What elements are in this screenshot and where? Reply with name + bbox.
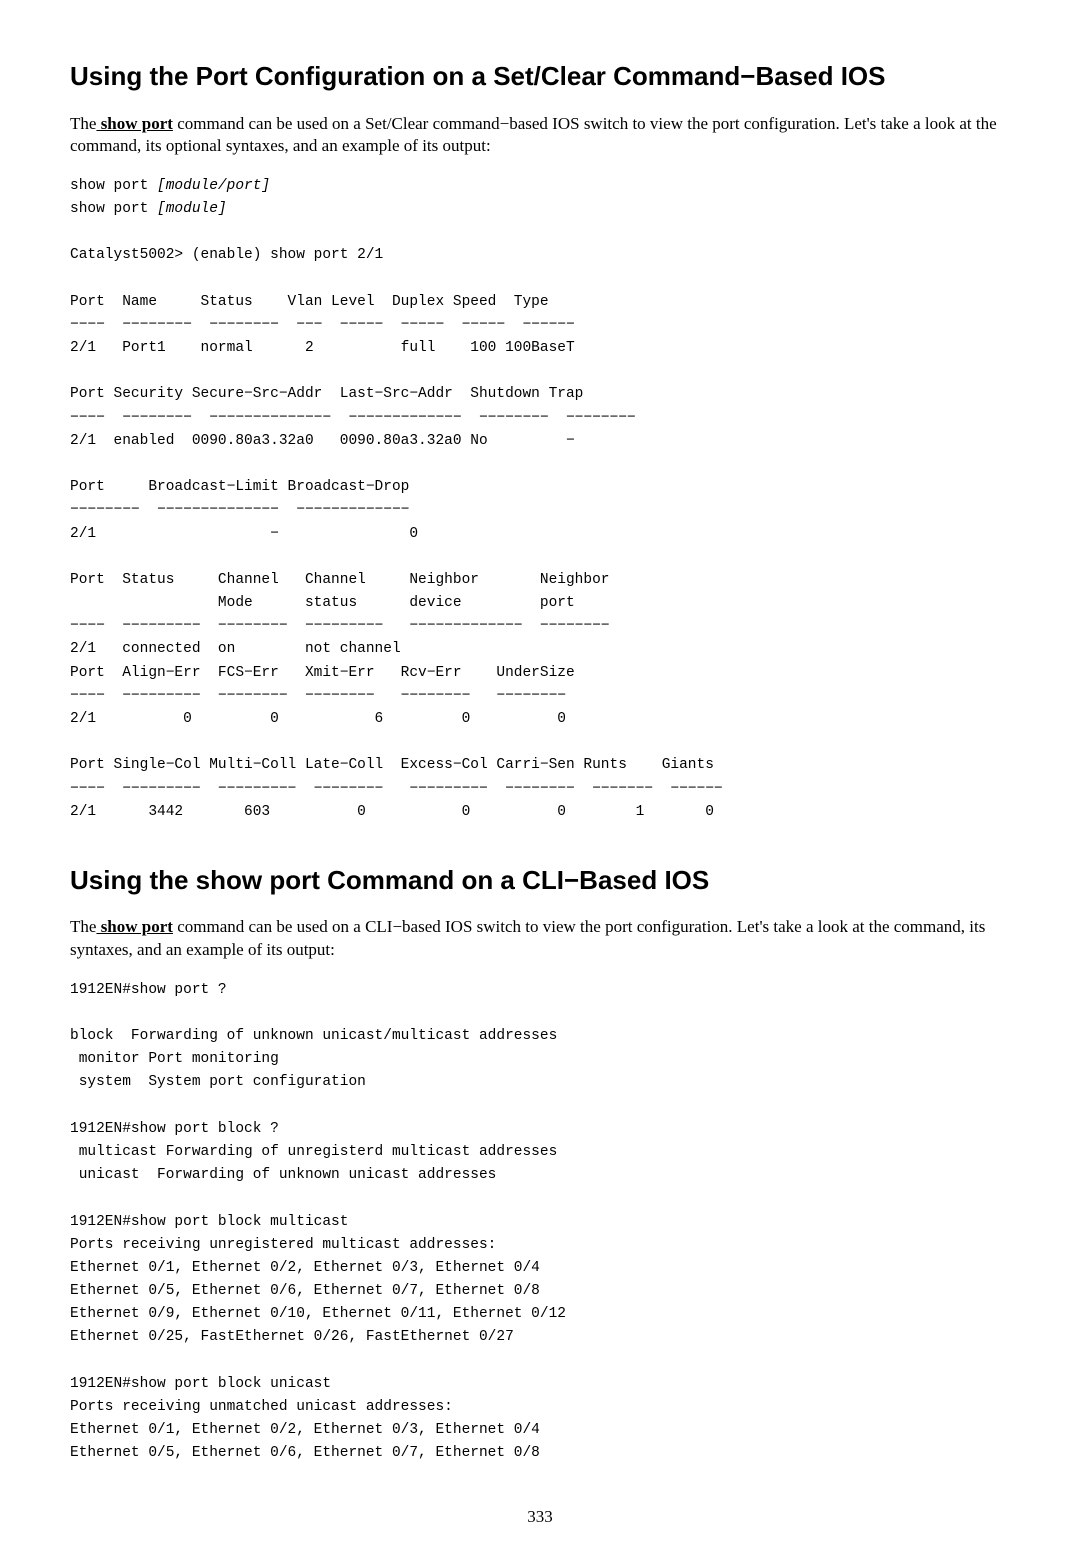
code-line-b-arg: [module] xyxy=(157,201,227,217)
code-rest: Catalyst5002> (enable) show port 2/1 Por… xyxy=(70,247,723,820)
section2-heading: Using the show port Command on a CLI−Bas… xyxy=(70,864,1010,897)
para1-text-before: The xyxy=(70,114,96,133)
page-number: 333 xyxy=(70,1506,1010,1528)
code-line-a-arg: [module/port] xyxy=(157,178,270,194)
para2-text-before: The xyxy=(70,917,96,936)
section1-code-block: show port [module/port] show port [modul… xyxy=(70,175,1010,824)
section2-paragraph: The show port command can be used on a C… xyxy=(70,916,1010,960)
code-line-a: show port xyxy=(70,178,157,194)
section1-paragraph: The show port command can be used on a S… xyxy=(70,113,1010,157)
code-line-b: show port xyxy=(70,201,157,217)
section1-heading: Using the Port Configuration on a Set/Cl… xyxy=(70,60,1010,93)
show-port-command-link[interactable]: show port xyxy=(96,114,173,133)
para2-text-after: command can be used on a CLI−based IOS s… xyxy=(70,917,985,958)
para1-text-after: command can be used on a Set/Clear comma… xyxy=(70,114,997,155)
show-port-command-link-2[interactable]: show port xyxy=(96,917,173,936)
section2-code-block: 1912EN#show port ? block Forwarding of u… xyxy=(70,979,1010,1466)
